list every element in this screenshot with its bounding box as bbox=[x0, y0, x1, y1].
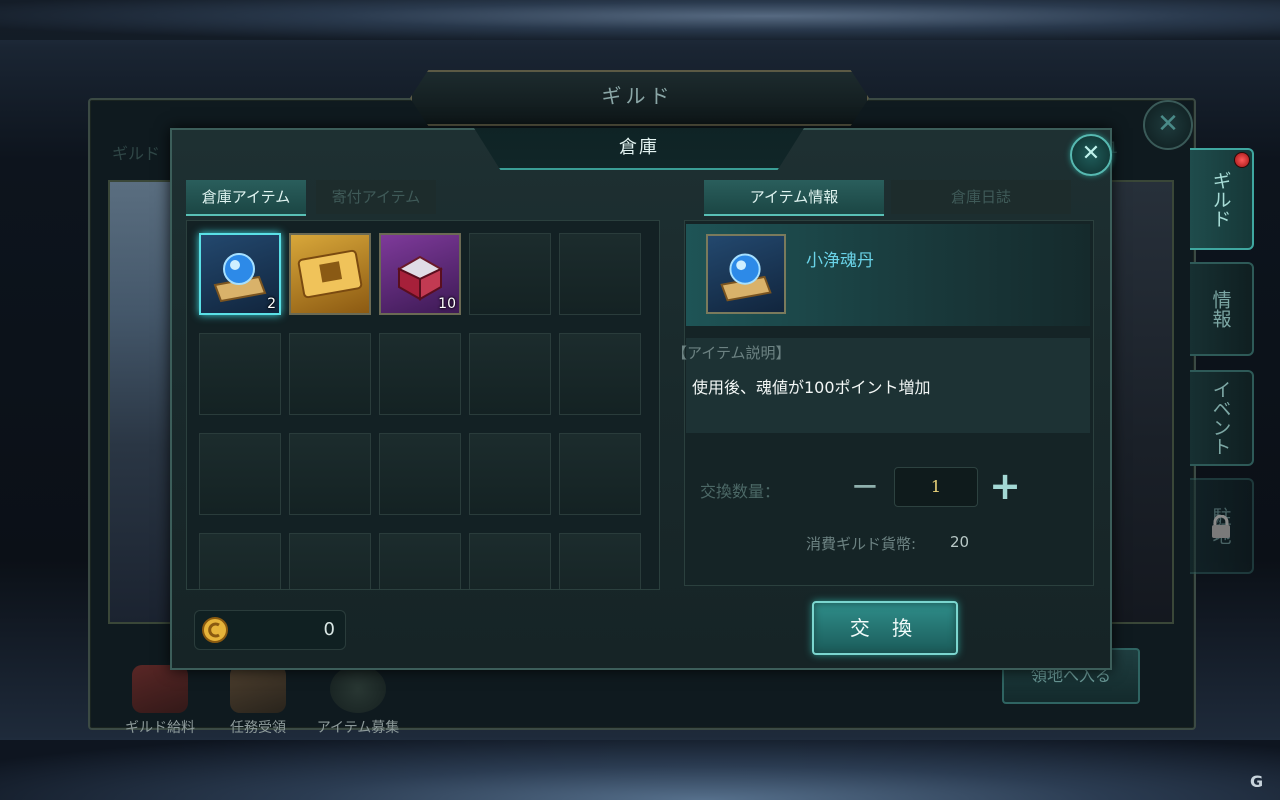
quantity-field[interactable]: 1 bbox=[894, 467, 978, 507]
notification-badge bbox=[1234, 152, 1250, 168]
empty-slot[interactable] bbox=[559, 433, 641, 515]
empty-slot[interactable] bbox=[379, 533, 461, 589]
empty-slot[interactable] bbox=[559, 333, 641, 415]
item-description: 使用後、魂値が100ポイント増加 bbox=[692, 378, 931, 397]
selected-item-icon bbox=[706, 234, 786, 314]
item-slot[interactable]: 2 bbox=[199, 233, 281, 315]
empty-slot[interactable] bbox=[289, 533, 371, 589]
quantity-increase-button[interactable]: + bbox=[986, 467, 1024, 505]
mission-scroll-icon bbox=[230, 665, 286, 713]
empty-slot[interactable] bbox=[559, 533, 641, 589]
guild-currency-display: 0 bbox=[194, 610, 346, 650]
tab-warehouse-items[interactable]: 倉庫アイテム bbox=[186, 180, 306, 216]
empty-slot[interactable] bbox=[379, 433, 461, 515]
empty-slot[interactable] bbox=[469, 433, 551, 515]
guild-close-button[interactable]: ✕ bbox=[1143, 100, 1193, 150]
guild-currency-cost-label: 消費ギルド貨幣: bbox=[806, 535, 917, 553]
selected-item-name: 小浄魂丹 bbox=[806, 251, 874, 271]
side-tab-event[interactable]: イベント bbox=[1190, 370, 1254, 466]
blue-orb-scroll-icon bbox=[720, 253, 772, 302]
warehouse-item-grid: 2 10 bbox=[186, 220, 660, 590]
lock-icon bbox=[1212, 515, 1230, 538]
warehouse-title: 倉庫 bbox=[619, 137, 659, 158]
warehouse-close-button[interactable]: ✕ bbox=[1070, 134, 1112, 176]
empty-slot[interactable] bbox=[289, 433, 371, 515]
guild-salary-label: ギルド給料 bbox=[125, 720, 195, 736]
empty-slot[interactable] bbox=[199, 333, 281, 415]
exchange-quantity-label: 交換数量： bbox=[700, 482, 781, 501]
item-slot[interactable] bbox=[289, 233, 371, 315]
tab-donated-items[interactable]: 寄付アイテム bbox=[316, 180, 436, 214]
guild-faded-label: ギルド bbox=[112, 144, 161, 163]
empty-slot[interactable] bbox=[379, 333, 461, 415]
gold-ticket-icon bbox=[297, 249, 363, 299]
plus-icon: + bbox=[989, 464, 1021, 508]
guild-scene-right bbox=[1108, 180, 1174, 624]
item-slot[interactable]: 10 bbox=[379, 233, 461, 315]
item-recruit-button[interactable]: アイテム募集 bbox=[308, 665, 408, 737]
side-tab-guild[interactable]: ギルド bbox=[1190, 148, 1254, 250]
guild-scene-left bbox=[108, 180, 172, 624]
side-tab-guild-label: ギルド bbox=[1209, 170, 1232, 228]
empty-slot[interactable] bbox=[289, 333, 371, 415]
mission-accept-label: 任務受領 bbox=[230, 720, 286, 736]
site-logo-icon: G bbox=[1250, 772, 1264, 791]
side-tab-info[interactable]: 情報 bbox=[1190, 262, 1254, 356]
tab-item-info[interactable]: アイテム情報 bbox=[704, 180, 884, 216]
empty-slot[interactable] bbox=[199, 533, 281, 589]
item-description-label: 【アイテム説明】 bbox=[672, 344, 791, 362]
side-tab-event-label: イベント bbox=[1209, 380, 1232, 456]
guild-title: ギルド bbox=[601, 84, 674, 108]
background-sky bbox=[0, 0, 1280, 40]
background-landscape bbox=[0, 740, 1280, 800]
empty-slot[interactable] bbox=[469, 333, 551, 415]
close-icon: ✕ bbox=[1157, 109, 1179, 139]
empty-slot[interactable] bbox=[199, 433, 281, 515]
item-recruit-icon bbox=[330, 665, 386, 713]
empty-slot[interactable] bbox=[559, 233, 641, 315]
mission-accept-button[interactable]: 任務受領 bbox=[208, 665, 308, 737]
item-count: 2 bbox=[267, 296, 276, 312]
side-tab-info-label: 情報 bbox=[1209, 290, 1232, 328]
empty-slot[interactable] bbox=[469, 233, 551, 315]
currency-value: 0 bbox=[323, 619, 335, 640]
tab-warehouse-log[interactable]: 倉庫日誌 bbox=[891, 180, 1071, 214]
minus-icon: − bbox=[850, 466, 880, 506]
empty-slot[interactable] bbox=[469, 533, 551, 589]
item-count: 10 bbox=[438, 296, 456, 312]
guild-salary-button[interactable]: ギルド給料 bbox=[110, 665, 210, 737]
item-recruit-label: アイテム募集 bbox=[316, 720, 400, 736]
quantity-decrease-button[interactable]: − bbox=[848, 469, 882, 503]
close-icon: ✕ bbox=[1081, 141, 1101, 166]
gold-coin-icon bbox=[202, 617, 228, 643]
guild-currency-cost-value: 20 bbox=[950, 533, 970, 551]
exchange-button[interactable]: 交 換 bbox=[812, 601, 958, 655]
salary-bag-icon bbox=[132, 665, 188, 713]
